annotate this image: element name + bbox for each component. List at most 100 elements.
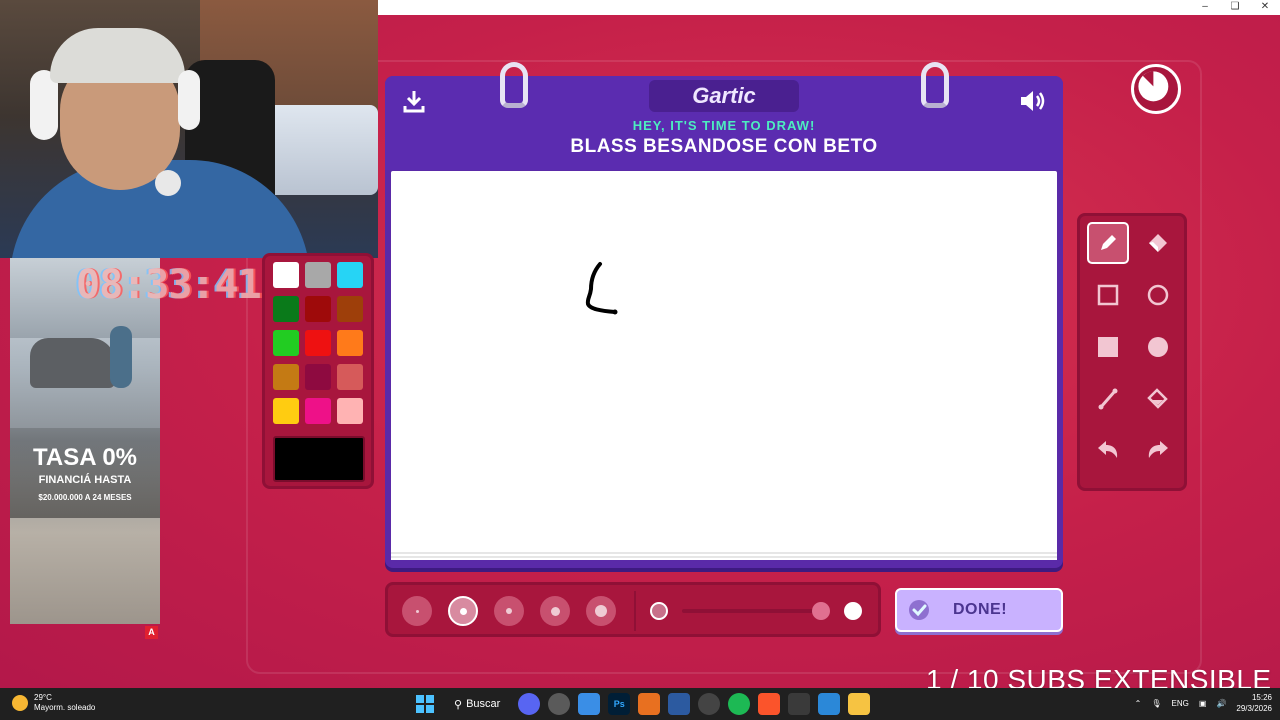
color-swatch[interactable] [337,296,363,322]
fill-bucket-tool[interactable] [1137,378,1179,420]
gartic-logo: Gartic [649,80,799,112]
undo-tool[interactable] [1087,430,1129,472]
color-swatch[interactable] [305,330,331,356]
opacity-min-icon [650,602,668,620]
brave-icon[interactable] [758,693,781,715]
color-palette [262,253,374,489]
webcam-cap [50,28,185,83]
maximize-button[interactable]: ❑ [1220,0,1250,15]
spotify-icon[interactable] [728,693,751,715]
current-color[interactable] [273,436,365,482]
color-swatch[interactable] [337,330,363,356]
download-icon[interactable] [399,86,429,116]
color-swatch[interactable] [273,262,299,288]
window-controls: – ❑ ✕ [1190,0,1280,15]
stream-timer: 08:33:41 [76,262,262,308]
ad-detail: $20.000.000 A 24 MESES [38,493,132,502]
system-tray: ⌃ 🎙 ENG ▣ 🔊 15:26 29/3/2026 [1135,692,1272,714]
sun-icon [12,695,28,711]
ellipse-filled-tool[interactable] [1137,326,1179,368]
color-swatch[interactable] [337,364,363,390]
color-swatch[interactable] [273,330,299,356]
brush-size-1[interactable] [402,596,432,626]
settings-gear-icon[interactable] [548,693,571,715]
ad-title: TASA 0% [32,444,137,471]
brush-sizes [402,596,616,626]
search-label: Buscar [466,698,501,710]
taskbar-search[interactable]: ⚲ Buscar [444,692,510,716]
chevron-up-icon[interactable]: ⌃ [1135,699,1142,708]
windows-taskbar: 29°C Mayorm. soleado ⚲ Buscar Ps ⌃ 🎙 ENG… [0,688,1280,720]
ad-badge[interactable]: A [145,626,158,639]
ellipse-outline-tool[interactable] [1137,274,1179,316]
brush-size-2[interactable] [448,596,478,626]
color-swatch[interactable] [305,398,331,424]
opacity-slider[interactable] [682,609,818,613]
pencil-tool[interactable] [1087,222,1129,264]
binder-ring-right [921,62,949,108]
draw-prompt: HEY, IT'S TIME TO DRAW! [632,118,816,133]
discord-icon[interactable] [518,693,541,715]
obs-icon[interactable] [698,693,721,715]
tool-panel [1077,213,1187,491]
drawing-canvas[interactable] [391,171,1057,554]
color-swatch[interactable] [273,364,299,390]
clock[interactable]: 15:26 29/3/2026 [1236,692,1272,714]
rectangle-filled-icon [1098,337,1118,357]
temperature: 29°C [34,693,52,702]
rectangle-outline-tool[interactable] [1087,274,1129,316]
color-swatch[interactable] [305,262,331,288]
ad-car-image [30,338,115,388]
brush-size-3[interactable] [494,596,524,626]
color-swatch[interactable] [273,398,299,424]
done-button[interactable]: DONE! [895,588,1063,632]
file-explorer-icon[interactable] [848,693,871,715]
app-window-icon[interactable] [578,693,601,715]
round-timer-icon [1131,64,1181,114]
app-blue-icon[interactable] [668,693,691,715]
mic-icon[interactable]: 🎙 [1151,699,1161,708]
advertisement[interactable]: TASA 0% FINANCIÁ HASTA $20.000.000 A 24 … [10,258,160,624]
webcam-overlay [0,0,378,258]
app-orange-icon[interactable] [638,693,661,715]
opacity-max-icon [844,602,862,620]
canvas-stroke [585,262,618,315]
redo-icon [1148,441,1168,458]
brush-size-4[interactable] [540,596,570,626]
clock-time: 15:26 [1251,693,1272,702]
photoshop-icon[interactable]: Ps [608,693,631,715]
paint-icon[interactable] [818,693,841,715]
color-swatch[interactable] [305,296,331,322]
line-tool[interactable] [1087,378,1129,420]
weather-widget[interactable]: 29°C Mayorm. soleado [12,693,95,713]
eraser-tool[interactable] [1137,222,1179,264]
eraser-icon [1149,234,1167,252]
minimize-button[interactable]: – [1190,0,1220,15]
rectangle-filled-tool[interactable] [1087,326,1129,368]
brush-settings-bar [385,582,881,637]
opacity-slider-handle[interactable] [812,602,830,620]
color-swatch[interactable] [273,296,299,322]
pencil-icon [1101,235,1116,250]
color-swatch[interactable] [337,398,363,424]
fill-bucket-icon [1147,388,1168,409]
weather-desc: Mayorm. soleado [34,703,96,712]
windows-start-icon[interactable] [414,693,436,715]
close-button[interactable]: ✕ [1250,0,1280,15]
binder-ring-left [500,62,528,108]
ellipse-filled-icon [1148,337,1168,357]
redo-tool[interactable] [1137,430,1179,472]
headset-right [178,70,200,130]
language-indicator[interactable]: ENG [1172,699,1189,708]
ad-subtitle: FINANCIÁ HASTA [38,474,132,486]
check-badge-icon [909,600,929,620]
bar-divider [634,591,636,631]
brush-size-5[interactable] [586,596,616,626]
volume-tray-icon[interactable]: 🔊 [1216,699,1226,708]
undo-icon [1098,441,1118,458]
store-icon[interactable] [788,693,811,715]
network-icon[interactable]: ▣ [1199,699,1207,708]
volume-icon[interactable] [1017,86,1047,116]
color-swatch[interactable] [305,364,331,390]
color-swatch[interactable] [337,262,363,288]
